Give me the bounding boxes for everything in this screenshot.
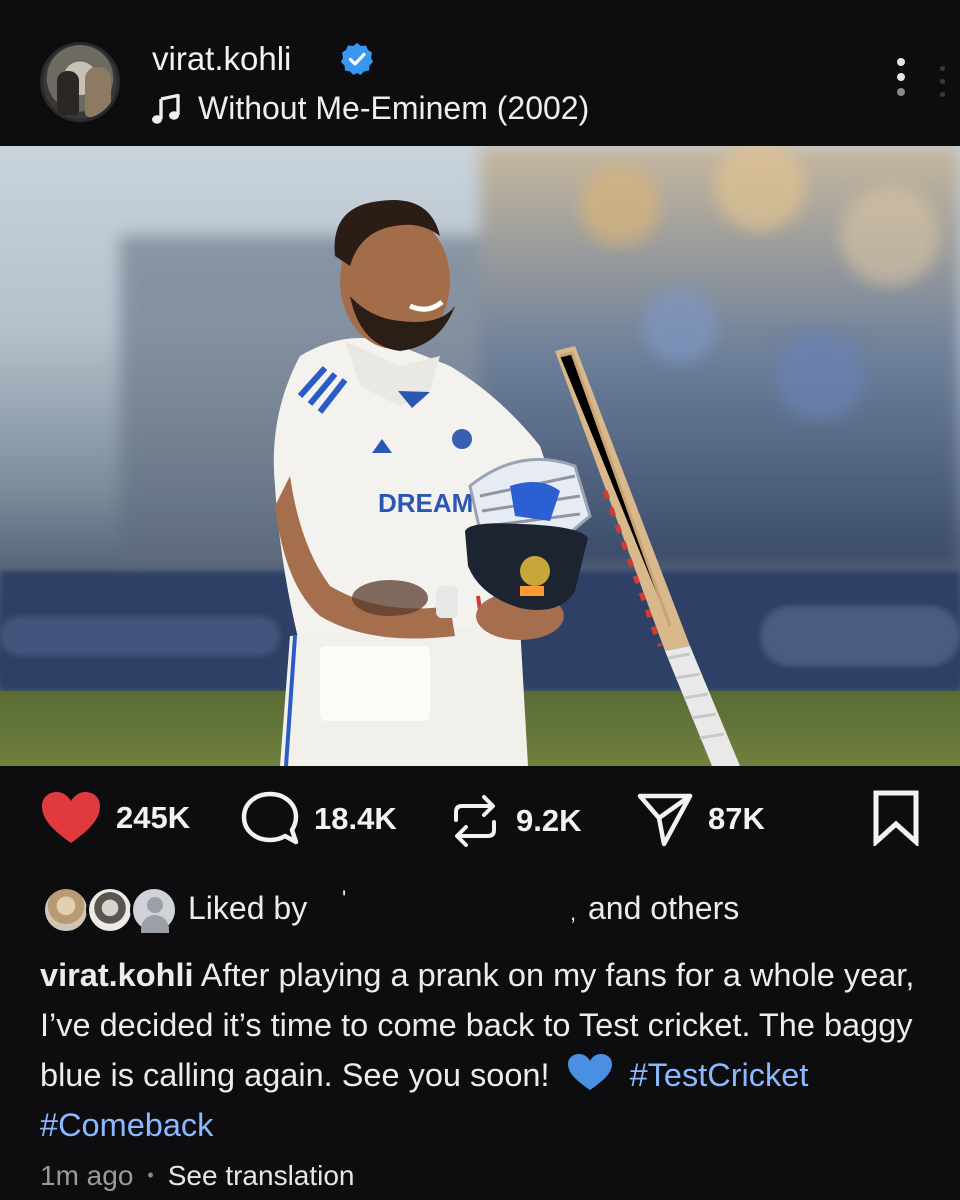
share-icon xyxy=(637,793,693,847)
default-avatar-icon xyxy=(130,886,178,934)
share-button[interactable]: 87K xyxy=(636,790,765,848)
more-options-ghost-icon xyxy=(940,66,950,106)
username-link[interactable]: virat.kohli xyxy=(152,40,291,78)
caption-username[interactable]: virat.kohli xyxy=(40,957,194,993)
post-timestamp: 1m ago xyxy=(40,1160,134,1191)
liker-avatar xyxy=(42,886,90,934)
repost-button[interactable]: 9.2K xyxy=(448,790,581,852)
like-count: 245K xyxy=(116,800,191,835)
hashtag-link[interactable]: #TestCricket xyxy=(630,1057,809,1093)
post-caption: virat.kohli After playing a prank on my … xyxy=(40,950,920,1150)
music-note-icon xyxy=(152,93,180,124)
song-title[interactable]: Without Me-Eminem (2002) xyxy=(198,90,589,127)
liker-avatar xyxy=(86,886,134,934)
meta-separator: • xyxy=(147,1165,154,1185)
comment-count: 18.4K xyxy=(314,801,397,836)
share-count: 87K xyxy=(708,801,765,836)
jersey-text: DREAM xyxy=(378,488,473,518)
hashtag-link[interactable]: #Comeback xyxy=(40,1107,213,1143)
comment-button[interactable]: 18.4K xyxy=(240,790,397,848)
verified-badge-icon xyxy=(341,43,373,75)
like-button[interactable]: 245K xyxy=(40,790,190,846)
blue-heart-icon xyxy=(567,1054,612,1090)
avatar-figure xyxy=(57,71,79,115)
cricketer-illustration: DREAM xyxy=(0,146,960,766)
heart-icon xyxy=(42,792,100,843)
repost-icon xyxy=(454,795,496,847)
liked-by-row[interactable]: Liked by ' , and others xyxy=(42,884,942,936)
comment-icon xyxy=(241,791,299,845)
post-header: virat.kohli Without Me-Eminem (2002) xyxy=(0,0,960,146)
profile-avatar[interactable] xyxy=(40,42,120,122)
repost-count: 9.2K xyxy=(516,803,582,838)
avatar-figure xyxy=(85,67,111,117)
post-meta: 1m ago • See translation xyxy=(40,1160,355,1192)
see-translation-link[interactable]: See translation xyxy=(168,1160,355,1191)
post-photo[interactable]: DREAM xyxy=(0,146,960,766)
more-options-icon[interactable] xyxy=(893,58,909,108)
liked-by-mark: ' xyxy=(342,886,347,911)
liked-by-separator: , xyxy=(570,900,577,925)
liked-by-others[interactable]: and others xyxy=(588,890,739,927)
liked-by-label: Liked by xyxy=(188,890,308,926)
bookmark-icon[interactable] xyxy=(870,790,922,846)
